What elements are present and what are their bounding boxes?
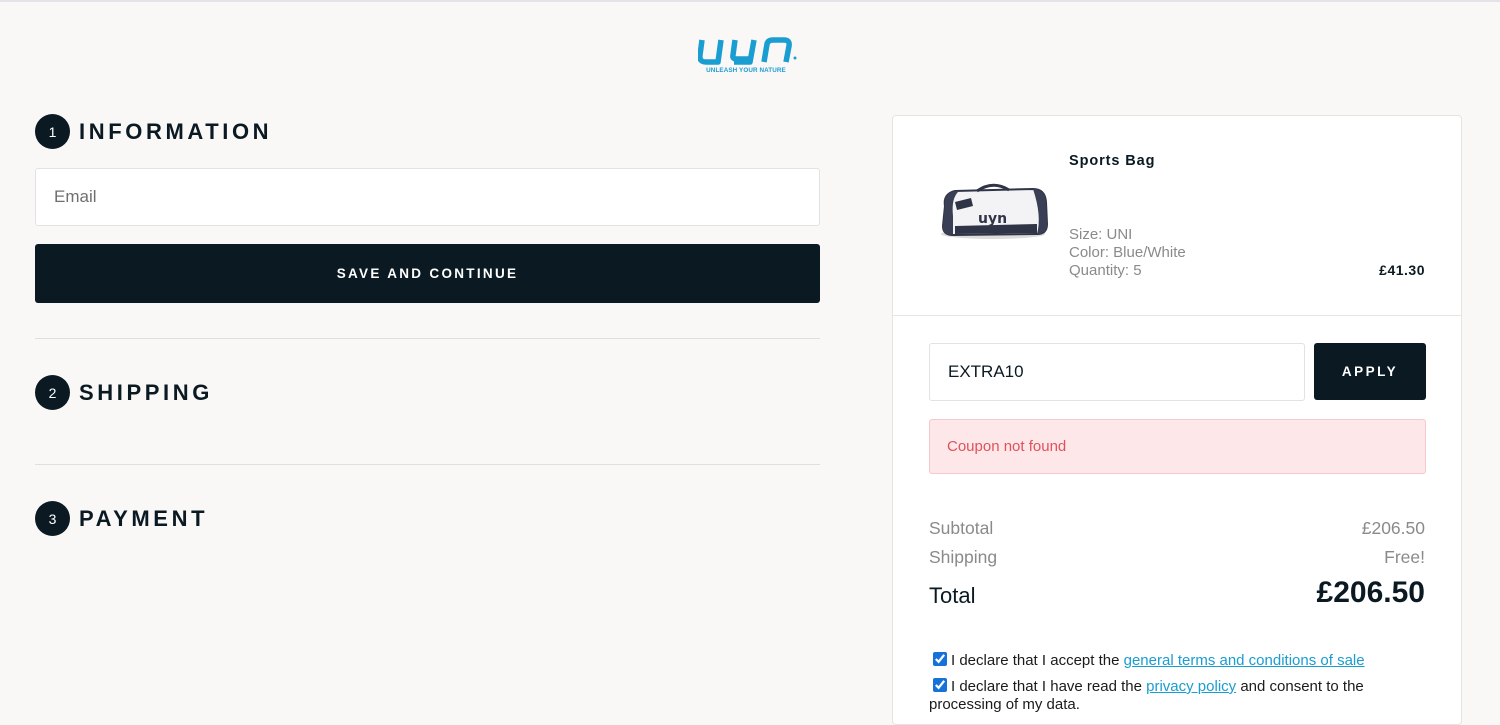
step-number-badge: 3 [35,501,70,536]
section-divider [35,338,820,339]
top-border [0,0,1500,2]
terms-checkbox[interactable] [933,652,947,666]
email-input[interactable] [35,168,820,226]
total-label: Total [929,583,976,608]
section-divider [35,464,820,465]
product-quantity: Quantity: 5 [1069,262,1142,279]
step-title: INFORMATION [79,118,273,144]
uyn-logo-icon [698,37,797,65]
shipping-label: Shipping [929,547,998,567]
coupon-error-text: Coupon not found [947,438,1067,455]
privacy-declaration: I declare that I have read the privacy p… [929,678,1409,714]
product-size: Size: UNI [1069,226,1133,243]
step-shipping-header[interactable]: 2 SHIPPING [35,375,213,410]
total-value: £206.50 [1316,576,1425,609]
step-number-badge: 1 [35,114,70,149]
step-number-badge: 2 [35,375,70,410]
subtotal-label: Subtotal [929,518,994,538]
privacy-checkbox[interactable] [933,678,947,692]
product-color: Color: Blue/White [1069,244,1186,261]
save-and-continue-button[interactable]: SAVE AND CONTINUE [35,244,820,303]
step-title: SHIPPING [79,379,213,405]
step-information-header: 1 INFORMATION [35,114,272,149]
order-summary-card: uyn Sports Bag Size: UNI Color: Blue/Whi… [892,115,1462,725]
sports-bag-image: uyn [933,176,1053,248]
step-payment-header[interactable]: 3 PAYMENT [35,501,208,536]
brand-logo[interactable]: UNLEASH YOUR NATURE [698,36,798,78]
product-price: £41.30 [1379,262,1425,278]
terms-declaration: I declare that I accept the general term… [929,652,1409,670]
subtotal-value: £206.50 [1361,518,1425,538]
coupon-code-input[interactable] [929,343,1305,401]
terms-link[interactable]: general terms and conditions of sale [1124,652,1365,669]
terms-text: I declare that I accept the [951,652,1124,669]
card-divider [893,315,1461,316]
privacy-policy-link[interactable]: privacy policy [1146,678,1236,695]
brand-tagline: UNLEASH YOUR NATURE [706,67,786,74]
svg-text:uyn: uyn [978,211,1007,227]
coupon-error-message: Coupon not found [929,419,1426,474]
shipping-value: Free! [1384,547,1425,567]
privacy-text: I declare that I have read the [951,678,1147,695]
step-title: PAYMENT [79,505,209,531]
product-name: Sports Bag [1069,153,1156,169]
apply-coupon-button[interactable]: APPLY [1314,343,1426,400]
